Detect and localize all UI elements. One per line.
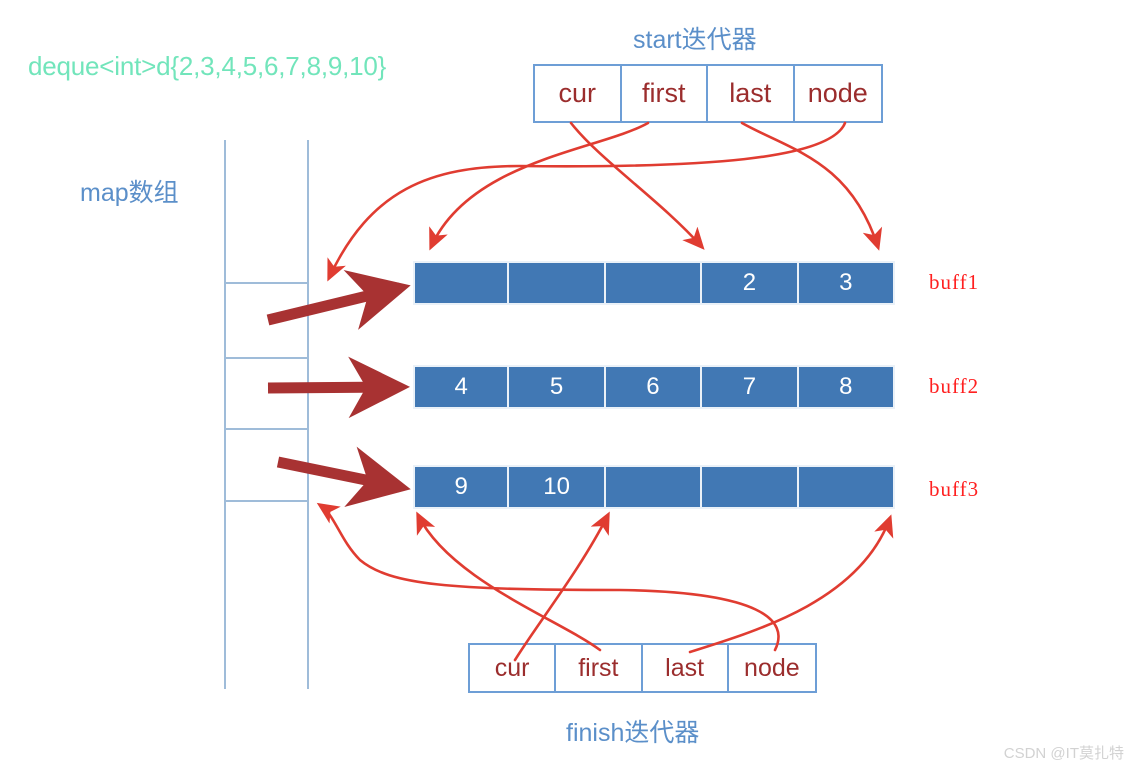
map-array — [224, 140, 309, 689]
arrow-finish-first-to-buff3-begin — [416, 511, 602, 652]
start-iterator-box: cur first last node — [533, 64, 883, 123]
arrow-finish-node-to-map-slot — [316, 502, 780, 652]
buffer-row-3: 9 10 — [413, 465, 895, 509]
map-array-right-border — [307, 140, 309, 689]
buffer1-cell-2 — [605, 261, 703, 305]
buffer3-cell-4 — [798, 465, 895, 509]
buffer3-cell-0: 9 — [413, 465, 510, 509]
map-array-left-border — [224, 140, 226, 689]
arrow-finish-last-to-buff3-end — [688, 514, 894, 654]
arrow-start-cur-to-buff1-cell3 — [569, 121, 705, 250]
finish-iterator-box: cur first last node — [468, 643, 817, 693]
finish-field-cur: cur — [470, 645, 557, 691]
start-field-first: first — [622, 66, 708, 121]
finish-field-first: first — [556, 645, 643, 691]
start-field-node: node — [807, 78, 868, 108]
map-cell-divider — [224, 500, 309, 502]
start-iterator-label: start迭代器 — [633, 26, 757, 54]
arrow-start-node-to-map-slot — [327, 121, 847, 282]
diagram-canvas: deque<int>d{2,3,4,5,6,7,8,9,10} map数组 st… — [0, 0, 1138, 771]
start-field-last: last — [708, 66, 795, 121]
csdn-watermark: CSDN @IT莫扎特 — [1003, 745, 1124, 762]
arrow-start-first-to-buff1-begin — [429, 121, 650, 251]
buffer1-cell-1 — [509, 261, 606, 305]
map-cell-divider — [224, 282, 309, 284]
buffer2-cell-1: 5 — [509, 365, 606, 409]
map-array-label: map数组 — [80, 179, 179, 207]
start-field-cur: cur — [535, 66, 622, 121]
finish-field-node: node — [744, 653, 800, 682]
buffer1-cell-3: 2 — [702, 261, 799, 305]
buffer1-cell-0 — [413, 261, 510, 305]
map-cell-divider — [224, 428, 309, 430]
buffer2-cell-2: 6 — [605, 365, 703, 409]
finish-iterator-label: finish迭代器 — [566, 719, 700, 747]
buffer-row-2: 4 5 6 7 8 — [413, 365, 895, 409]
buffer-row-1: 2 3 — [413, 261, 895, 305]
buffer1-label: buff1 — [929, 270, 980, 294]
buffer3-cell-3 — [702, 465, 799, 509]
deque-declaration-text: deque<int>d{2,3,4,5,6,7,8,9,10} — [28, 51, 387, 81]
buffer3-cell-1: 10 — [509, 465, 606, 509]
buffer2-cell-0: 4 — [413, 365, 510, 409]
buffer3-label: buff3 — [929, 477, 980, 501]
arrow-start-last-to-buff1-end — [740, 121, 883, 251]
buffer1-cell-4: 3 — [798, 261, 895, 305]
finish-field-last: last — [643, 645, 729, 691]
arrow-finish-cur-to-buff3-cell2 — [513, 511, 610, 662]
buffer2-cell-3: 7 — [702, 365, 799, 409]
buffer3-cell-2 — [605, 465, 703, 509]
buffer2-cell-4: 8 — [798, 365, 895, 409]
buffer2-label: buff2 — [929, 374, 980, 398]
map-cell-divider — [224, 357, 309, 359]
